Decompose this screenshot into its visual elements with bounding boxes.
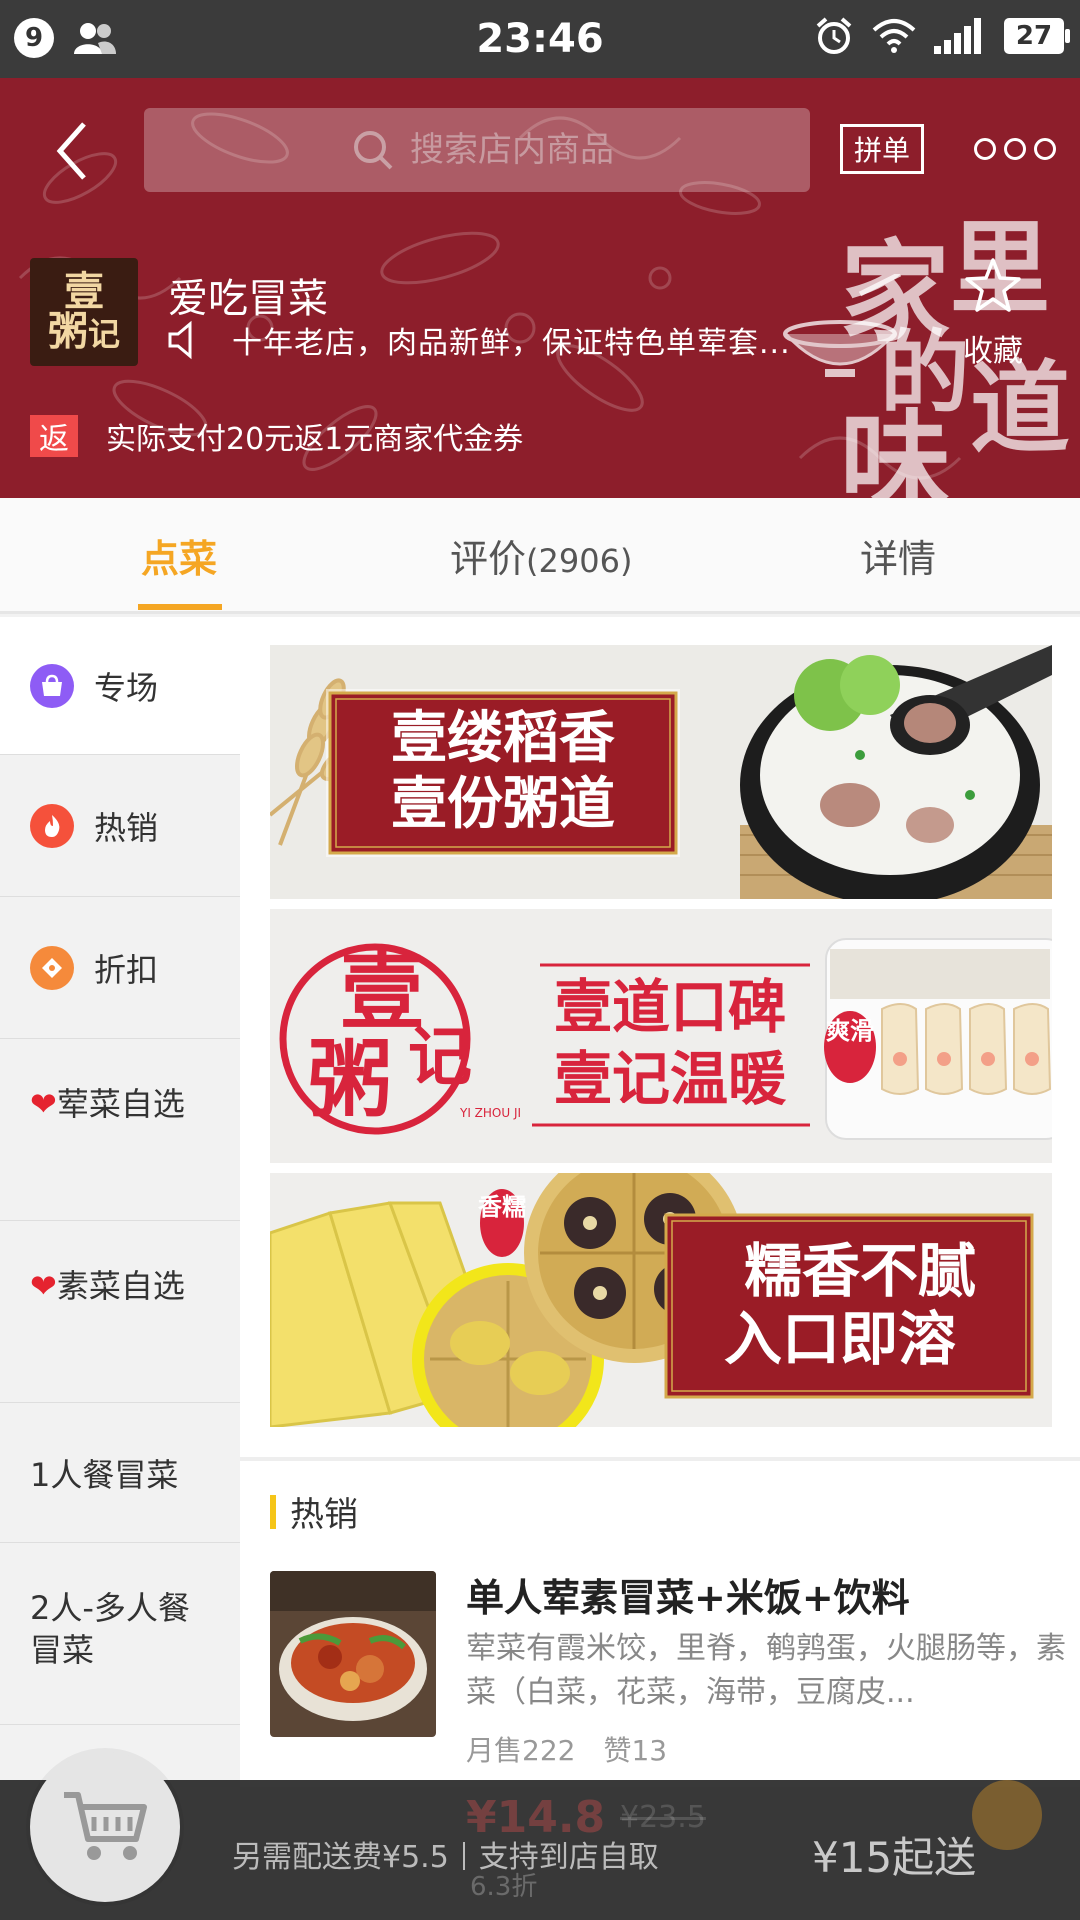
signal-icon (934, 18, 981, 54)
heart-icon: ❤ (30, 1085, 57, 1123)
flame-icon (30, 803, 74, 848)
promo-banner-brand[interactable]: 壹 粥 记 YI ZHOU JI 壹道口碑 壹记温暖 爽滑 (270, 909, 1052, 1163)
banner-brand-en: YI ZHOU JI (459, 1106, 521, 1120)
calligraphy-char: 味 (840, 398, 950, 499)
product-title[interactable]: 单人荤素冒菜+米饭+饮料 (466, 1567, 910, 1622)
wifi-icon (872, 19, 916, 53)
product-description: 荤菜有霞米饺，里脊，鹌鹑蛋，火腿肠等，素菜（白菜，花菜，海带，豆腐皮... (466, 1631, 1066, 1710)
status-bar: 9 23:46 27 (0, 0, 1080, 78)
tab-label: 评价 (450, 537, 527, 581)
sidebar-item-multi-meal[interactable]: 2人-多人餐冒菜 (0, 1543, 240, 1725)
search-input[interactable] (408, 129, 768, 171)
tab-label: 点菜 (141, 537, 218, 581)
category-sidebar: 专场 热销 折扣 ❤荤菜自选 ❤素菜自选 1人餐冒菜 2人-多人餐冒菜 (0, 617, 240, 1787)
add-to-cart-button[interactable] (972, 1780, 1042, 1850)
sidebar-item-veg[interactable]: ❤素菜自选 (0, 1221, 240, 1403)
banner-line1: 壹缕稻香 (391, 705, 615, 771)
product-original-price: ¥23.5 (620, 1800, 706, 1835)
brand-banner-art: 壹 粥 记 YI ZHOU JI 壹道口碑 壹记温暖 爽滑 (270, 909, 1052, 1163)
tab-indicator (138, 604, 222, 610)
favorite-button[interactable]: 收藏 (938, 256, 1048, 370)
promo-tag: 返 (30, 415, 78, 457)
shop-header: 拼单 家 里 的 味 道 壹粥记 爱吃冒菜 十年老店，肉品新鲜，保证特色单荤套.… (0, 78, 1080, 498)
banner-line1: 糯香不腻 (744, 1237, 976, 1305)
tab-reviews[interactable]: 评价(2906) (450, 528, 632, 583)
calligraphy-char: 道 (970, 349, 1070, 467)
sidebar-item-meat[interactable]: ❤荤菜自选 (0, 1039, 240, 1221)
shop-name: 爱吃冒菜 (168, 276, 328, 322)
dish-image (270, 1571, 436, 1737)
sidebar-item-label: 专场 (94, 668, 159, 707)
tab-bar: 点菜 评价(2906) 详情 (0, 498, 1080, 614)
banner-brand-char: 记 (408, 1020, 472, 1095)
glutinous-banner-art: 香糯 糯香不腻 入口即溶 (270, 1173, 1052, 1427)
section-header-hot: 热销 (270, 1487, 358, 1536)
tab-label: 详情 (860, 537, 937, 581)
sidebar-item-special[interactable]: 专场 (0, 617, 240, 755)
banner-line2: 壹记温暖 (554, 1045, 787, 1113)
star-icon (965, 258, 1021, 312)
logo-char: 记 (87, 315, 120, 353)
sidebar-item-label: 荤菜自选 (56, 1085, 185, 1123)
promo-banner-porridge[interactable]: 壹缕稻香 壹份粥道 (270, 645, 1052, 899)
sidebar-item-label-wrap: ❤素菜自选 (30, 1265, 210, 1307)
menu-content: 壹缕稻香 壹份粥道 壹 粥 记 YI ZHOU JI 壹道口碑 壹记温暖 爽滑 … (240, 617, 1080, 1787)
sidebar-item-label: 1人餐冒菜 (30, 1455, 179, 1494)
banner-badge: 爽滑 (826, 1016, 874, 1045)
search-icon (354, 131, 393, 170)
banner-line1: 壹道口碑 (554, 973, 786, 1041)
speaker-icon (168, 320, 192, 360)
product-image[interactable] (270, 1571, 436, 1737)
group-order-button[interactable]: 拼单 (840, 124, 924, 174)
sidebar-item-label: 折扣 (94, 950, 159, 989)
discount-tag-icon (30, 945, 74, 990)
sidebar-item-single-meal[interactable]: 1人餐冒菜 (0, 1403, 240, 1543)
promo-banner: 返 实际支付20元返1元商家代金券 (30, 414, 523, 458)
divider (462, 1842, 465, 1870)
bowl-illustration (783, 274, 902, 377)
status-right: 27 (814, 16, 1070, 56)
back-button[interactable] (48, 116, 98, 186)
tab-order[interactable]: 点菜 (141, 528, 217, 583)
alarm-icon (816, 17, 852, 54)
banner-line2: 壹份粥道 (391, 771, 615, 837)
logo-char: 粥 (47, 308, 88, 355)
promo-banner-glutinous[interactable]: 香糯 糯香不腻 入口即溶 (270, 1173, 1052, 1427)
sidebar-item-label: 热销 (94, 808, 159, 847)
sidebar-item-label: 素菜自选 (56, 1267, 185, 1305)
section-accent-bar (270, 1494, 276, 1529)
promo-text: 实际支付20元返1元商家代金券 (106, 422, 524, 457)
porridge-banner-art: 壹缕稻香 壹份粥道 (270, 645, 1052, 899)
banner-brand-char: 粥 (308, 1030, 392, 1129)
monthly-sales: 月售222 (466, 1734, 576, 1767)
sidebar-item-label-wrap: ❤荤菜自选 (30, 1083, 210, 1125)
section-divider (240, 1457, 1080, 1461)
heart-icon: ❤ (30, 1267, 57, 1305)
notice-text: 十年老店，肉品新鲜，保证特色单荤套... (232, 326, 791, 361)
product-meta: 月售222 赞13 (466, 1729, 695, 1769)
shop-logo: 壹粥记 (30, 258, 138, 366)
more-options-button[interactable] (974, 138, 1074, 168)
review-count: (2906) (526, 542, 633, 580)
bag-icon (30, 663, 74, 708)
section-title: 热销 (290, 1495, 358, 1535)
tab-details[interactable]: 详情 (860, 528, 936, 583)
delivery-info: 另需配送费¥5.5 支持到店自取 (232, 1832, 659, 1876)
battery-indicator: 27 (1004, 18, 1070, 54)
sidebar-item-hot[interactable]: 热销 (0, 755, 240, 897)
sidebar-item-discount[interactable]: 折扣 (0, 897, 240, 1039)
pickup-info: 支持到店自取 (478, 1840, 659, 1875)
min-order-button[interactable]: ¥15起送 (812, 1824, 976, 1885)
search-bar[interactable] (144, 108, 810, 192)
cart-button[interactable] (30, 1752, 180, 1902)
likes-count: 赞13 (603, 1734, 668, 1767)
shop-notice[interactable]: 十年老店，肉品新鲜，保证特色单荤套... (166, 318, 791, 362)
banner-badge: 香糯 (478, 1192, 526, 1221)
cart-icon (64, 1792, 147, 1860)
sidebar-item-label: 2人-多人餐冒菜 (30, 1589, 190, 1669)
banner-line2: 入口即溶 (724, 1305, 956, 1373)
favorite-label: 收藏 (963, 334, 1023, 369)
delivery-fee: 另需配送费¥5.5 (232, 1840, 449, 1875)
